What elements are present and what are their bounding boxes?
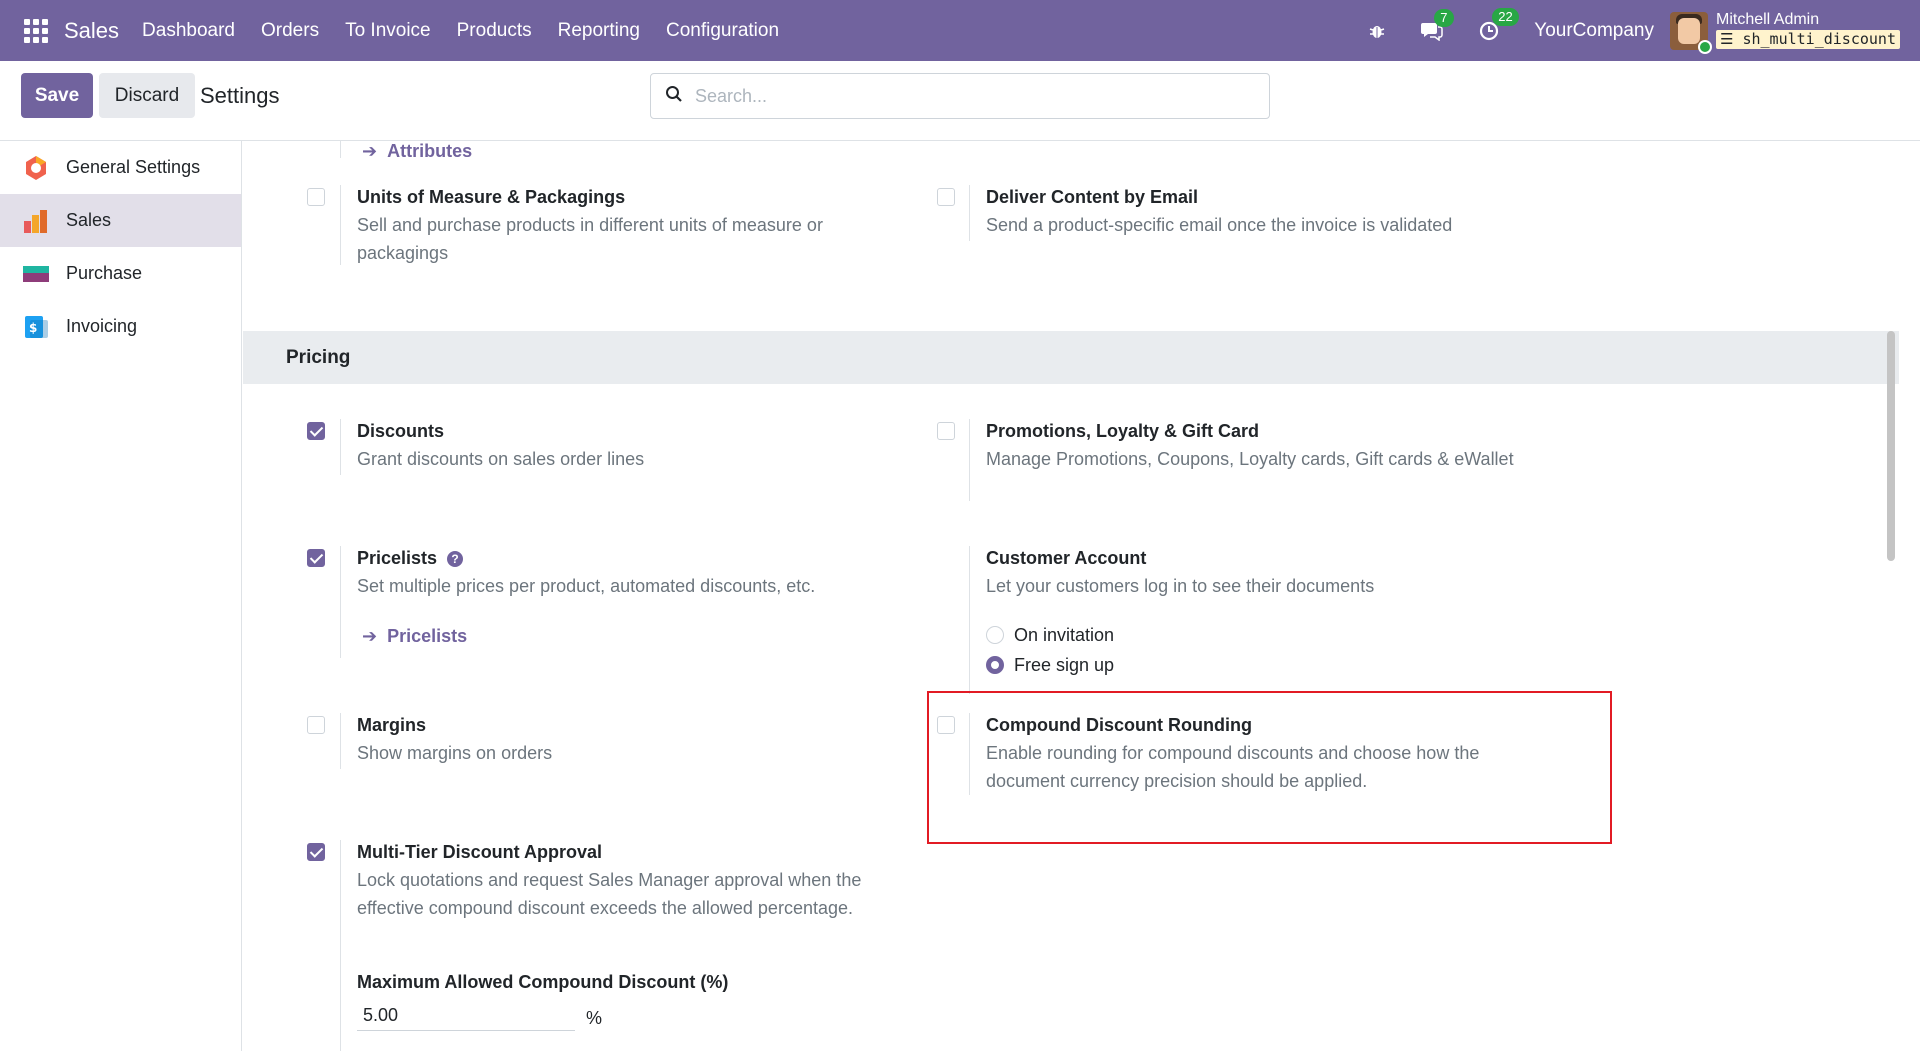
- uom-description: Sell and purchase products in different …: [357, 215, 823, 263]
- divider: [969, 713, 970, 795]
- customer-account-title: Customer Account: [986, 548, 1147, 568]
- max-discount-label: Maximum Allowed Compound Discount (%): [357, 972, 729, 992]
- user-avatar[interactable]: [1669, 11, 1712, 54]
- page-title: Settings: [200, 83, 280, 108]
- radio-free-sign-up[interactable]: [986, 656, 1004, 674]
- radio-label-on-invitation: On invitation: [1014, 625, 1115, 645]
- multi-tier-checkbox[interactable]: [307, 843, 325, 861]
- apps-menu-icon[interactable]: [22, 17, 50, 45]
- uom-checkbox[interactable]: [307, 188, 325, 206]
- navbar-systray: 7 22 YourCompany Mitchell Admin ☰ sh_mul…: [1368, 0, 1900, 61]
- multi-tier-description: Lock quotations and request Sales Manage…: [357, 870, 862, 918]
- sidebar-item-sales[interactable]: Sales: [0, 194, 241, 247]
- svg-text:$: $: [29, 321, 37, 335]
- discounts-title: Discounts: [357, 421, 445, 441]
- promotions-title: Promotions, Loyalty & Gift Card: [986, 421, 1260, 441]
- arrow-right-icon: ➔: [362, 626, 378, 646]
- user-name: Mitchell Admin: [1715, 11, 1820, 28]
- menu-products[interactable]: Products: [444, 20, 545, 42]
- margins-checkbox[interactable]: [307, 716, 325, 734]
- purchase-app-icon: [22, 260, 50, 288]
- discounts-checkbox[interactable]: [307, 422, 325, 440]
- divider: [340, 141, 341, 158]
- search-bar: [650, 73, 1270, 119]
- activities-count-badge: 22: [1492, 7, 1519, 26]
- customer-account-description: Let your customers log in to see their d…: [986, 576, 1375, 596]
- divider: [340, 419, 341, 475]
- sidebar-item-general-settings[interactable]: General Settings: [0, 141, 241, 194]
- sales-app-icon: [22, 207, 50, 235]
- discounts-description: Grant discounts on sales order lines: [357, 449, 645, 469]
- vertical-scrollbar[interactable]: [1887, 331, 1895, 561]
- settings-content: ➔ Attributes Units of Measure & Packagin…: [243, 141, 1899, 1051]
- radio-label-free-sign-up: Free sign up: [1014, 655, 1115, 675]
- percent-unit: %: [586, 1008, 603, 1028]
- help-question-icon[interactable]: ?: [447, 551, 464, 567]
- deliver-email-checkbox[interactable]: [937, 188, 955, 206]
- company-switcher[interactable]: YourCompany: [1534, 20, 1654, 42]
- divider: [969, 185, 970, 241]
- pricelists-description: Set multiple prices per product, automat…: [357, 576, 816, 596]
- multi-tier-title: Multi-Tier Discount Approval: [357, 842, 603, 862]
- control-panel: Save Discard Settings: [0, 61, 1920, 141]
- top-navbar: Sales Dashboard Orders To Invoice Produc…: [0, 0, 1920, 61]
- compound-rounding-title: Compound Discount Rounding: [986, 715, 1252, 735]
- pricelists-title: Pricelists?: [357, 548, 464, 569]
- menu-to-invoice[interactable]: To Invoice: [332, 20, 444, 42]
- divider: [340, 185, 341, 265]
- sidebar-item-purchase[interactable]: Purchase: [0, 247, 241, 300]
- pricelists-link[interactable]: ➔ Pricelists: [362, 626, 467, 647]
- margins-description: Show margins on orders: [357, 743, 553, 763]
- messages-count-badge: 7: [1434, 8, 1454, 27]
- online-status-icon: [1697, 39, 1712, 54]
- margins-title: Margins: [357, 715, 427, 735]
- general-settings-icon: [22, 154, 50, 182]
- debug-bug-icon[interactable]: [1368, 22, 1386, 40]
- activities-clock-icon[interactable]: 22: [1478, 7, 1519, 42]
- pricelists-checkbox[interactable]: [307, 549, 325, 567]
- menu-reporting[interactable]: Reporting: [545, 20, 653, 42]
- radio-on-invitation[interactable]: [986, 626, 1004, 644]
- search-icon: [665, 85, 683, 108]
- user-menu[interactable]: Mitchell Admin ☰ sh_multi_discount: [1715, 11, 1900, 49]
- arrow-right-icon: ➔: [362, 141, 378, 161]
- sidebar-item-label: Sales: [66, 210, 112, 230]
- database-name: ☰ sh_multi_discount: [1715, 30, 1900, 49]
- compound-rounding-checkbox[interactable]: [937, 716, 955, 734]
- compound-rounding-description: Enable rounding for compound discounts a…: [986, 743, 1480, 791]
- uom-title: Units of Measure & Packagings: [357, 187, 626, 207]
- menu-dashboard[interactable]: Dashboard: [129, 20, 248, 42]
- divider: [969, 419, 970, 501]
- deliver-email-title: Deliver Content by Email: [986, 187, 1199, 207]
- main-menu: Dashboard Orders To Invoice Products Rep…: [129, 20, 792, 42]
- sidebar-item-label: Purchase: [66, 263, 143, 283]
- max-discount-input[interactable]: [357, 1001, 575, 1031]
- divider: [340, 546, 341, 658]
- attributes-link[interactable]: ➔ Attributes: [362, 141, 472, 162]
- menu-configuration[interactable]: Configuration: [653, 20, 792, 42]
- deliver-email-description: Send a product-specific email once the i…: [986, 215, 1453, 235]
- promotions-description: Manage Promotions, Coupons, Loyalty card…: [986, 449, 1514, 469]
- divider: [340, 713, 341, 769]
- search-input[interactable]: [695, 85, 1215, 107]
- divider: [969, 546, 970, 694]
- sidebar-item-invoicing[interactable]: $ Invoicing: [0, 300, 241, 353]
- discard-button[interactable]: Discard: [99, 73, 195, 118]
- promotions-checkbox[interactable]: [937, 422, 955, 440]
- invoicing-app-icon: $: [22, 313, 50, 341]
- sidebar-item-label: General Settings: [66, 157, 201, 177]
- settings-sidebar: General Settings Sales Purchase $ Invoic…: [0, 141, 242, 1051]
- app-brand[interactable]: Sales: [64, 18, 119, 44]
- save-button[interactable]: Save: [21, 73, 93, 118]
- divider: [340, 840, 341, 1051]
- messages-chat-icon[interactable]: 7: [1420, 8, 1454, 41]
- pricing-section-header: Pricing: [243, 331, 1899, 384]
- sidebar-item-label: Invoicing: [66, 316, 138, 336]
- menu-orders[interactable]: Orders: [248, 20, 332, 42]
